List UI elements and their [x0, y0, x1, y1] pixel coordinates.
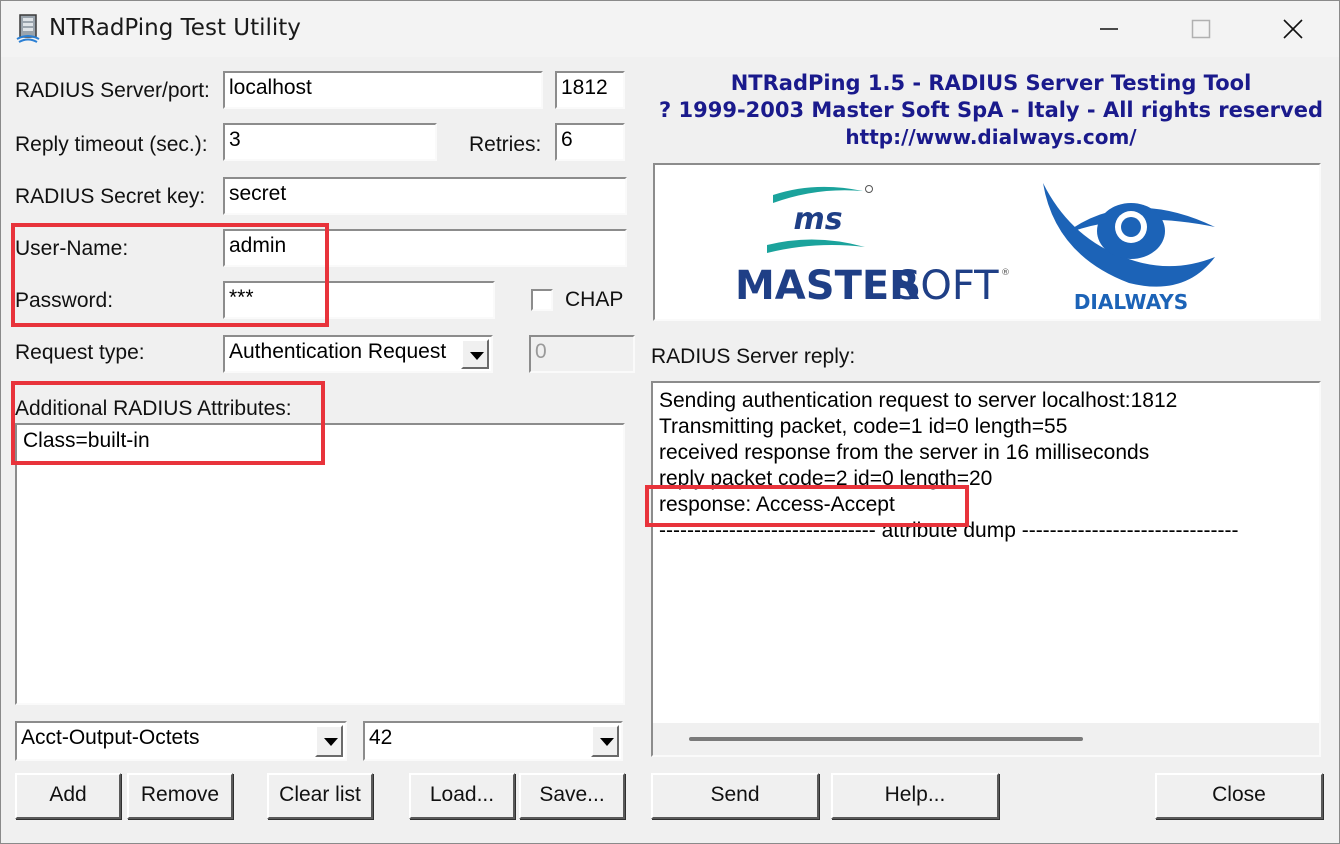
- chevron-down-icon[interactable]: [461, 339, 489, 369]
- attribute-id-select[interactable]: 42: [363, 721, 623, 761]
- server-port-label: RADIUS Server/port:: [15, 79, 210, 102]
- attribute-name-value: Acct-Output-Octets: [21, 726, 200, 749]
- header-title: NTRadPing 1.5 - RADIUS Server Testing To…: [730, 71, 1252, 95]
- request-code-input: 0: [529, 335, 635, 373]
- minimize-icon: [1100, 28, 1118, 30]
- attribute-id-value: 42: [369, 726, 393, 749]
- retries-label: Retries:: [469, 133, 542, 156]
- maximize-button[interactable]: [1155, 5, 1247, 53]
- highlight-response: [645, 485, 969, 527]
- dialways-name: DIALWAYS: [1074, 290, 1188, 314]
- header-url[interactable]: http://www.dialways.com/: [651, 125, 1331, 149]
- send-button[interactable]: Send: [651, 773, 819, 819]
- server-reply-label: RADIUS Server reply:: [651, 345, 856, 368]
- request-type-select[interactable]: Authentication Request: [223, 335, 493, 373]
- reply-line: Sending authentication request to server…: [659, 389, 1178, 412]
- request-type-value: Authentication Request: [229, 340, 447, 363]
- window-close-button[interactable]: [1247, 5, 1339, 53]
- server-icon: [15, 13, 41, 43]
- timeout-input[interactable]: 3: [223, 123, 437, 161]
- port-input[interactable]: 1812: [555, 71, 625, 109]
- maximize-icon: [1191, 19, 1211, 39]
- chevron-down-icon[interactable]: [591, 725, 619, 757]
- mastersoft-mark: ms: [793, 202, 842, 237]
- mastersoft-logo: ms MASTER SOFT ®: [735, 185, 1010, 309]
- close-button[interactable]: Close: [1155, 773, 1323, 819]
- reply-line: Transmitting packet, code=1 id=0 length=…: [659, 415, 1068, 438]
- request-type-label: Request type:: [15, 341, 145, 364]
- chevron-down-icon[interactable]: [315, 725, 343, 757]
- remove-button[interactable]: Remove: [127, 773, 233, 819]
- attribute-name-select[interactable]: Acct-Output-Octets: [15, 721, 347, 761]
- add-button[interactable]: Add: [15, 773, 121, 819]
- minimize-button[interactable]: [1063, 5, 1155, 53]
- window-title: NTRadPing Test Utility: [49, 15, 301, 41]
- app-window: NTRadPing Test Utility RADIUS Server/por…: [0, 0, 1340, 844]
- help-button[interactable]: Help...: [831, 773, 999, 819]
- close-icon: [1283, 19, 1303, 39]
- chap-checkbox[interactable]: [531, 289, 553, 311]
- svg-text:®: ®: [1001, 268, 1010, 278]
- mastersoft-name-light: SOFT: [895, 263, 999, 309]
- clear-list-button[interactable]: Clear list: [267, 773, 373, 819]
- logo-panel: ms MASTER SOFT ® DIALWAYS: [653, 163, 1321, 321]
- load-button[interactable]: Load...: [409, 773, 515, 819]
- mastersoft-name-bold: MASTER: [735, 263, 920, 309]
- retries-input[interactable]: 6: [555, 123, 625, 161]
- header-copyright: ? 1999-2003 Master Soft SpA - Italy - Al…: [659, 98, 1323, 122]
- secret-key-input[interactable]: secret: [223, 177, 627, 215]
- highlight-credentials: [11, 223, 329, 327]
- mastersoft-dialways-logos: ms MASTER SOFT ® DIALWAYS: [735, 183, 1215, 314]
- timeout-label: Reply timeout (sec.):: [15, 133, 208, 156]
- chap-label: CHAP: [565, 288, 624, 311]
- scrollbar-thumb[interactable]: [689, 737, 1083, 741]
- server-reply-box[interactable]: Sending authentication request to server…: [651, 381, 1321, 757]
- attributes-list[interactable]: Class=built-in: [15, 423, 625, 705]
- save-button[interactable]: Save...: [519, 773, 625, 819]
- horizontal-scrollbar[interactable]: [653, 723, 1319, 755]
- highlight-attributes: [11, 381, 325, 465]
- title-bar[interactable]: NTRadPing Test Utility: [1, 1, 1339, 57]
- reply-line: received response from the server in 16 …: [659, 441, 1150, 464]
- dialways-logo: DIALWAYS: [1043, 183, 1215, 314]
- secret-key-label: RADIUS Secret key:: [15, 185, 206, 208]
- server-input[interactable]: localhost: [223, 71, 543, 109]
